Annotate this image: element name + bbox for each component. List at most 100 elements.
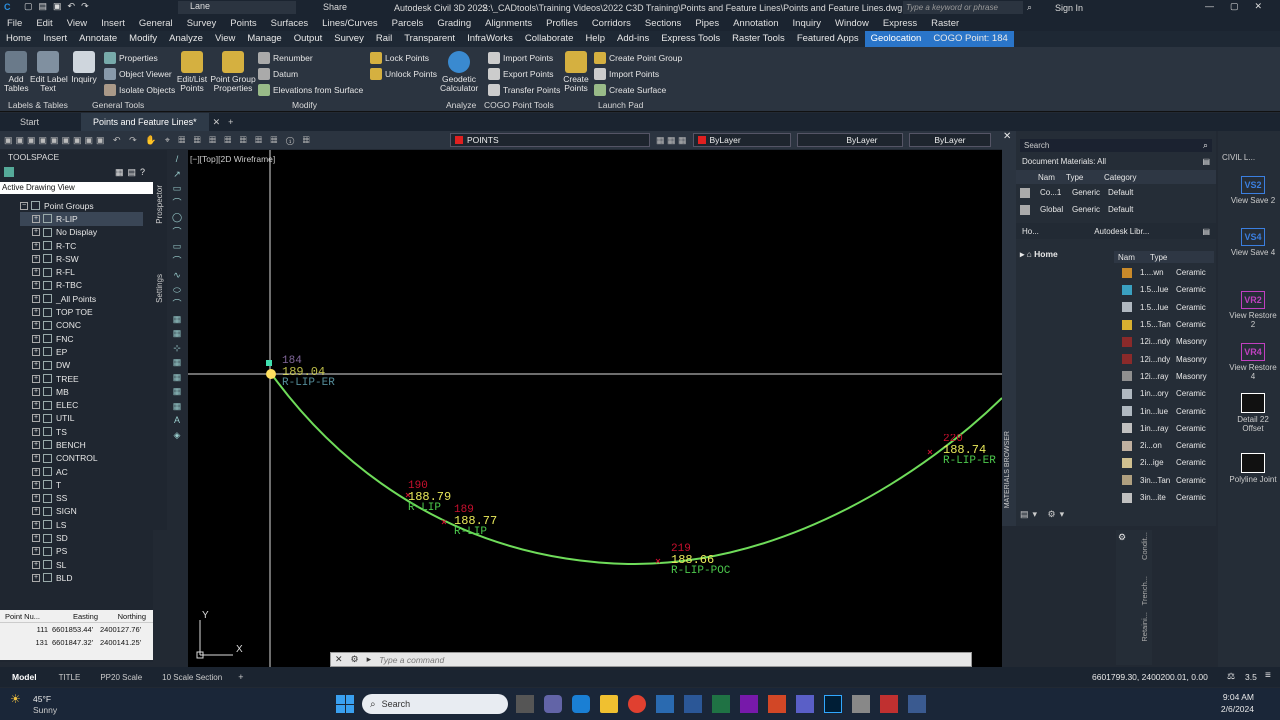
list-item[interactable]: 3in...Tan Ceramic	[1122, 472, 1216, 489]
weather-icon[interactable]: ☀	[10, 692, 21, 706]
clock-date[interactable]: 2/6/2024	[1198, 704, 1254, 714]
lineweight-dropdown[interactable]: ByLayer	[908, 133, 991, 147]
create-surface-button[interactable]: Create Surface	[594, 82, 682, 98]
point-group-fnc[interactable]: + FNC	[20, 332, 153, 345]
civil3d-icon[interactable]	[656, 695, 674, 713]
expand-icon[interactable]: +	[32, 454, 40, 463]
tab-output[interactable]: Output	[288, 31, 329, 47]
tab-conditions[interactable]: Condit...	[1140, 532, 1149, 560]
point-group-no-display[interactable]: + No Display	[20, 226, 153, 239]
point-group-sd[interactable]: + SD	[20, 531, 153, 544]
palette-item-view-restore-4[interactable]: VR4 View Restore 4	[1228, 343, 1278, 381]
tab-raster-tools[interactable]: Raster Tools	[726, 31, 791, 47]
properties-button[interactable]: Properties	[104, 50, 175, 66]
close-tab-icon[interactable]: ✕	[209, 113, 225, 131]
annotation-scale-icon[interactable]: ⚖	[1227, 671, 1235, 682]
list-item[interactable]: 2i...on Ceramic	[1122, 437, 1216, 454]
point-label-189[interactable]: 189 188.77 R-LIP	[454, 505, 497, 538]
point-label-220[interactable]: 220 188.74 R-LIP-ER	[943, 434, 1003, 467]
tab-cogo-point-184[interactable]: COGO Point: 184	[927, 31, 1014, 47]
menu-profiles[interactable]: Profiles	[539, 18, 585, 29]
isolate-objects-button[interactable]: Isolate Objects	[104, 82, 175, 98]
tab-transparent[interactable]: Transparent	[398, 31, 461, 47]
panel-label-general-tools[interactable]: General Tools	[92, 100, 144, 110]
menu-points[interactable]: Points	[223, 18, 263, 29]
point-group-ac[interactable]: + AC	[20, 465, 153, 478]
tab-model[interactable]: Model	[0, 672, 49, 682]
elevations-from-surface-button[interactable]: Elevations from Surface	[258, 82, 363, 98]
tab-analyze[interactable]: Analyze	[163, 31, 209, 47]
menu-inquiry[interactable]: Inquiry	[786, 18, 829, 29]
list-item[interactable]: 1in...lue Ceramic	[1122, 402, 1216, 419]
point-group-r-tc[interactable]: + R-TC	[20, 239, 153, 252]
expand-icon[interactable]: +	[32, 573, 40, 582]
point-group-bench[interactable]: + BENCH	[20, 438, 153, 451]
menu-survey[interactable]: Survey	[180, 18, 224, 29]
list-item[interactable]: 1....wn Ceramic	[1122, 264, 1216, 281]
app-icon[interactable]	[908, 695, 926, 713]
app-logo-icon[interactable]: C	[4, 2, 11, 12]
add-tables-button[interactable]: Add Tables	[4, 51, 29, 93]
point-group-ss[interactable]: + SS	[20, 492, 153, 505]
tab-pp20-scale[interactable]: PP20 Scale	[90, 673, 152, 682]
expand-icon[interactable]: +	[32, 254, 40, 263]
menu-annotation[interactable]: Annotation	[726, 18, 785, 29]
point-group-tree[interactable]: + TREE	[20, 372, 153, 385]
library-tree-home[interactable]: ▸ ⌂ Home	[1020, 249, 1058, 260]
expand-icon[interactable]: +	[32, 547, 40, 556]
new-tab-icon[interactable]: +	[224, 113, 237, 131]
point-group-r-lip[interactable]: + R-LIP	[20, 212, 143, 226]
active-drawing-view-dropdown[interactable]: Active Drawing View	[0, 182, 153, 194]
share-button[interactable]: Share	[323, 2, 347, 12]
save-icon[interactable]: ▣	[53, 1, 62, 12]
workspace-selector[interactable]: Lane	[178, 1, 296, 14]
tab-survey[interactable]: Survey	[328, 31, 370, 47]
teams-icon[interactable]	[544, 695, 562, 713]
lock-points-button[interactable]: Lock Points	[370, 50, 437, 66]
inquiry-button[interactable]: Inquiry	[70, 51, 98, 84]
expand-icon[interactable]: +	[32, 374, 40, 383]
search-icon[interactable]: ⌕	[1027, 2, 1032, 13]
teams-chat-icon[interactable]	[796, 695, 814, 713]
point-group-top-toe[interactable]: + TOP TOE	[20, 305, 153, 318]
menu-file[interactable]: File	[0, 18, 29, 29]
excel-icon[interactable]	[712, 695, 730, 713]
datum-button[interactable]: Datum	[258, 66, 363, 82]
materials-bottom-tools[interactable]: ▤▾ ⚙▾	[1020, 509, 1068, 520]
expand-icon[interactable]: +	[32, 241, 40, 250]
tab-express-tools[interactable]: Express Tools	[655, 31, 726, 47]
expand-icon[interactable]: +	[32, 308, 40, 317]
command-input[interactable]: Type a command	[375, 655, 444, 665]
tab-insert[interactable]: Insert	[37, 31, 73, 47]
feature-line[interactable]	[269, 371, 1002, 566]
tab-collaborate[interactable]: Collaborate	[519, 31, 580, 47]
menu-raster[interactable]: Raster	[924, 18, 966, 29]
new-icon[interactable]: ▢	[24, 1, 33, 12]
outlook-icon[interactable]	[572, 695, 590, 713]
list-item[interactable]: 1.5...lue Ceramic	[1122, 281, 1216, 298]
menu-window[interactable]: Window	[828, 18, 876, 29]
tab-settings[interactable]: Settings	[155, 274, 164, 303]
tab-geolocation[interactable]: Geolocation	[864, 31, 928, 47]
powerpoint-icon[interactable]	[768, 695, 786, 713]
chrome-icon[interactable]	[628, 695, 646, 713]
word-icon[interactable]	[684, 695, 702, 713]
tree-node-point-groups[interactable]: − Point Groups	[20, 199, 153, 212]
create-points-button[interactable]: Create Points	[562, 51, 590, 93]
toolspace-icon[interactable]	[4, 167, 14, 177]
point-group-r-fl[interactable]: + R-FL	[20, 265, 153, 278]
point-group-elec[interactable]: + ELEC	[20, 398, 153, 411]
palette-item-detail-22-offset[interactable]: Detail 22 Offset	[1228, 393, 1278, 433]
renumber-button[interactable]: Renumber	[258, 50, 363, 66]
expand-icon[interactable]: +	[32, 480, 40, 489]
tab-infraworks[interactable]: InfraWorks	[461, 31, 519, 47]
photoshop-icon[interactable]	[824, 695, 842, 713]
pdf-icon[interactable]	[880, 695, 898, 713]
drawing-canvas[interactable]	[188, 150, 1002, 668]
layer-tools-icons[interactable]: ▦ ▦ ▦	[656, 135, 687, 146]
point-group-ts[interactable]: + TS	[20, 425, 153, 438]
onenote-icon[interactable]	[740, 695, 758, 713]
expand-icon[interactable]: +	[32, 321, 40, 330]
point-group-conc[interactable]: + CONC	[20, 319, 153, 332]
table-row[interactable]: 131 6601847.32' 2400141.25'	[0, 636, 153, 649]
